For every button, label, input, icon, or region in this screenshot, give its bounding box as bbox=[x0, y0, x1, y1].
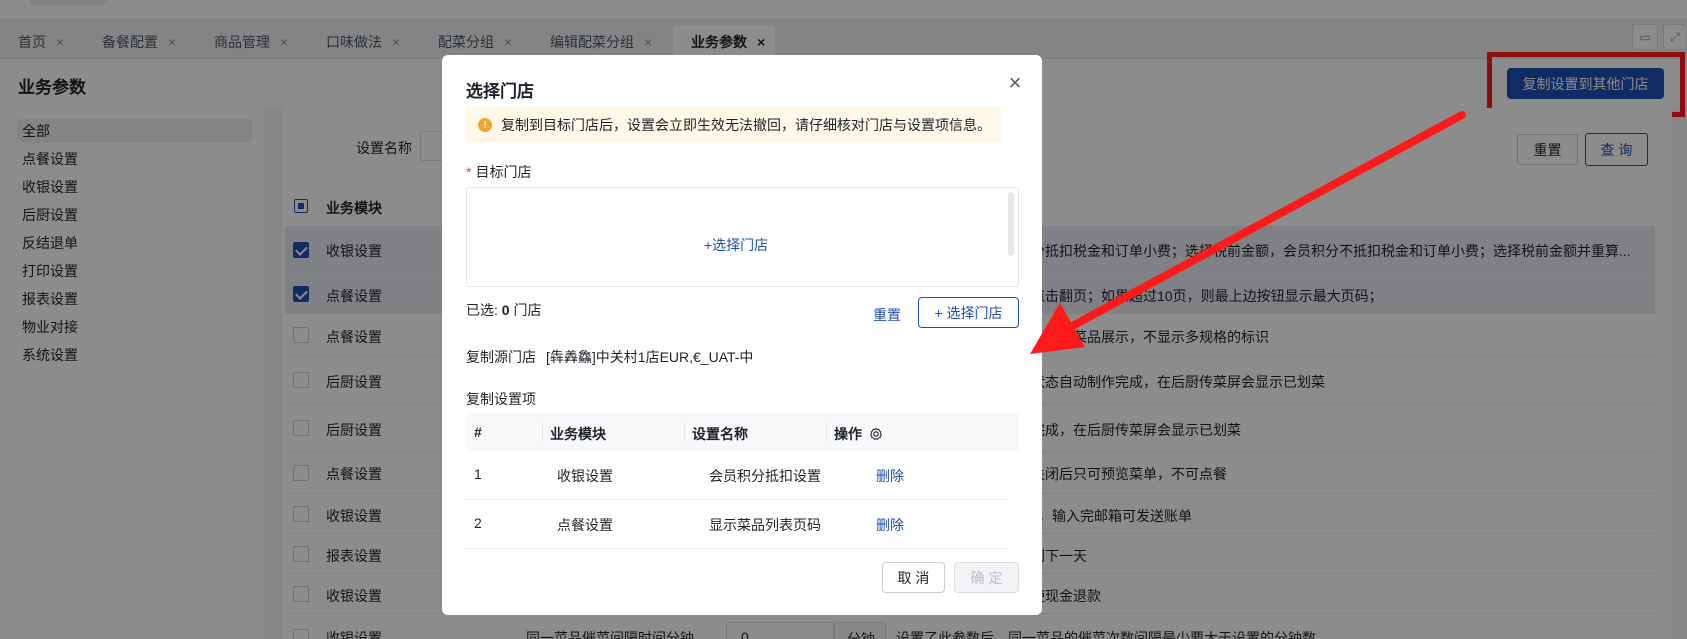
column-divider bbox=[826, 422, 827, 442]
row-setting-name: 会员积分抵扣设置 bbox=[709, 468, 821, 484]
copy-item-row: 1 收银设置 会员积分抵扣设置 删除 bbox=[466, 451, 1009, 500]
column-divider bbox=[684, 422, 685, 442]
selected-count: 已选: 0 门店 bbox=[466, 300, 541, 320]
target-store-label-text: 目标门店 bbox=[475, 164, 532, 180]
column-module: 业务模块 bbox=[550, 426, 606, 442]
source-store-value: [犇羴鱻]中关村1店EUR,€_UAT-中 bbox=[546, 349, 754, 365]
row-module: 收银设置 bbox=[557, 468, 613, 484]
copy-items-label: 复制设置项 bbox=[466, 391, 536, 407]
select-store-modal: 选择门店 × ! 复制到目标门店后，设置会立即生效无法撤回，请仔细核对门店与设置… bbox=[442, 55, 1042, 615]
close-icon[interactable]: × bbox=[1004, 72, 1026, 94]
warning-alert: ! 复制到目标门店后，设置会立即生效无法撤回，请仔细核对门店与设置项信息。 bbox=[466, 107, 1001, 143]
warning-icon: ! bbox=[478, 118, 492, 132]
row-index: 1 bbox=[474, 466, 482, 482]
row-index: 2 bbox=[474, 515, 482, 531]
column-action-label: 操作 bbox=[834, 426, 862, 442]
scrollbar[interactable] bbox=[1008, 192, 1014, 256]
row-setting-name: 显示菜品列表页码 bbox=[709, 517, 821, 533]
choose-store-button[interactable]: + 选择门店 bbox=[918, 297, 1019, 328]
copy-item-row: 2 点餐设置 显示菜品列表页码 删除 bbox=[466, 500, 1009, 549]
delete-link[interactable]: 删除 bbox=[876, 466, 904, 486]
alert-text: 复制到目标门店后，设置会立即生效无法撤回，请仔细核对门店与设置项信息。 bbox=[501, 117, 991, 133]
required-mark: * bbox=[466, 164, 472, 180]
delete-link[interactable]: 删除 bbox=[876, 515, 904, 535]
column-divider bbox=[542, 422, 543, 442]
cancel-button[interactable]: 取 消 bbox=[882, 562, 945, 593]
copy-items-table-header: # 业务模块 设置名称 操作 bbox=[466, 413, 1019, 451]
modal-reset-link[interactable]: 重置 bbox=[873, 305, 901, 325]
selected-prefix: 已选: bbox=[466, 302, 502, 318]
settings-gear-icon[interactable] bbox=[869, 427, 883, 441]
source-store-label: 复制源门店 bbox=[466, 349, 536, 365]
selected-count-value: 0 bbox=[501, 302, 510, 318]
selected-suffix: 门店 bbox=[509, 302, 542, 318]
select-store-link[interactable]: +选择门店 bbox=[704, 235, 768, 255]
confirm-button[interactable]: 确 定 bbox=[954, 562, 1019, 593]
target-store-label: * 目标门店 bbox=[466, 162, 531, 182]
column-action: 操作 bbox=[834, 424, 883, 444]
column-index: # bbox=[474, 424, 482, 440]
row-module: 点餐设置 bbox=[557, 517, 613, 533]
column-setting-name: 设置名称 bbox=[692, 426, 748, 442]
modal-title: 选择门店 bbox=[466, 82, 534, 101]
